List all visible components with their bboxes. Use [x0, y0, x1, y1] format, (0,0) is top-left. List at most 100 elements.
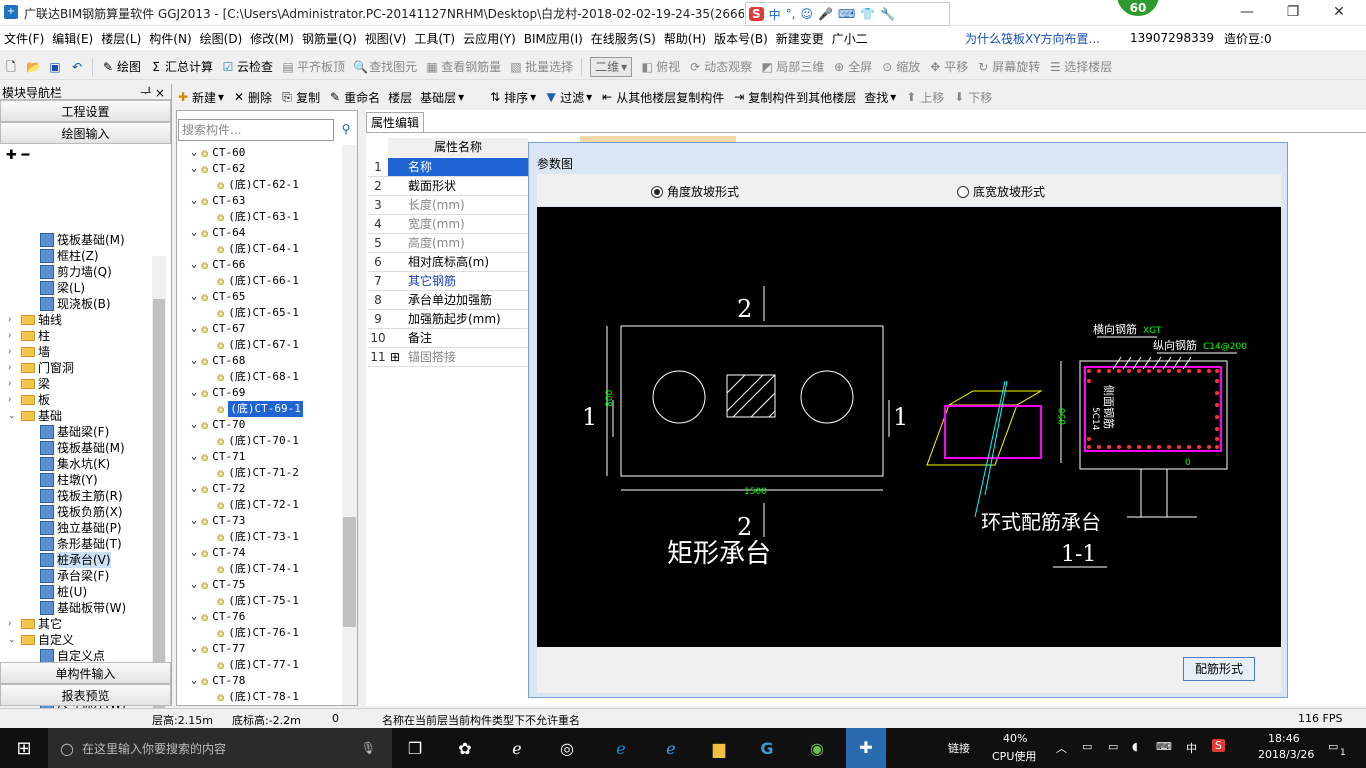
keyboard-icon[interactable]: ⌨: [1156, 740, 1172, 753]
file-explorer-icon[interactable]: ▆: [708, 738, 730, 760]
nav-tree-item[interactable]: 基础梁(F): [40, 424, 109, 440]
chevron-right-icon[interactable]: ›: [8, 376, 18, 392]
component-sub-item[interactable]: ❂ (底)CT-77-1: [217, 657, 299, 673]
chevron-down-icon[interactable]: ⌄: [8, 408, 18, 424]
menu-floor[interactable]: 楼层(L): [97, 30, 145, 47]
nav-tree-item[interactable]: 梁(L): [40, 280, 85, 296]
property-row[interactable]: 11 ⊞ 锚固搭接: [368, 348, 528, 367]
nav-tree-item[interactable]: › 门窗洞: [8, 360, 74, 376]
restore-icon[interactable]: ❐: [1270, 0, 1316, 26]
question-link[interactable]: 为什么筏板XY方向布置...: [965, 30, 1100, 47]
component-item[interactable]: ⌄ ❂ CT-74: [191, 545, 245, 561]
edge-icon[interactable]: ℯ: [610, 738, 632, 760]
menu-new-change[interactable]: 新建变更: [772, 30, 828, 47]
component-item[interactable]: ⌄ ❂ CT-70: [191, 417, 245, 433]
angle-slope-radio[interactable]: 角度放坡形式: [651, 183, 739, 200]
user-phone[interactable]: 13907298339: [1130, 31, 1214, 45]
property-row[interactable]: 3 长度(mm): [368, 196, 528, 215]
tools-icon[interactable]: 🔧: [880, 7, 895, 21]
menu-assistant[interactable]: 广小二: [828, 30, 872, 47]
expand-plus-icon[interactable]: ⊞: [390, 348, 400, 366]
new-file-icon[interactable]: 🗋: [4, 60, 18, 74]
menu-draw[interactable]: 绘图(D): [196, 30, 247, 47]
component-sub-item[interactable]: ❂ (底)CT-78-1: [217, 689, 299, 705]
property-row[interactable]: 10 备注: [368, 329, 528, 348]
emoji-icon[interactable]: ☺: [801, 7, 814, 21]
filter-button[interactable]: ▼ 过滤 ▾: [544, 89, 593, 106]
sogou-tray-icon[interactable]: S: [1212, 739, 1225, 752]
cloud-check-button[interactable]: ☑ 云检查: [221, 58, 273, 75]
floor-select[interactable]: 基础层 ▾: [420, 89, 480, 106]
copy-button[interactable]: ⎘ 复制: [280, 89, 320, 106]
component-sub-item[interactable]: ❂ (底)CT-69-1: [217, 401, 303, 417]
volume-icon[interactable]: ◖: [1132, 740, 1138, 753]
component-item[interactable]: ⌄ ❂ CT-66: [191, 257, 245, 273]
nav-tree-item[interactable]: 集水坑(K): [40, 456, 110, 472]
component-item[interactable]: ⌄ ❂ CT-69: [191, 385, 245, 401]
nav-tree-item[interactable]: › 梁: [8, 376, 50, 392]
collapse-all-icon[interactable]: ━: [21, 148, 29, 163]
draw-button[interactable]: ✎ 绘图: [101, 58, 141, 75]
pan-button[interactable]: ✥ 平移: [928, 58, 968, 75]
zoom-button[interactable]: ⊙ 缩放: [880, 58, 920, 75]
ime-punct-button[interactable]: °,: [786, 7, 796, 21]
top-view-button[interactable]: ◧ 俯视: [640, 58, 680, 75]
list-scroll-thumb[interactable]: [343, 517, 356, 627]
component-sub-item[interactable]: ❂ (底)CT-66-1: [217, 273, 299, 289]
chevron-down-icon[interactable]: ⌄: [191, 673, 197, 689]
component-sub-item[interactable]: ❂ (底)CT-74-1: [217, 561, 299, 577]
tray-up-arrow-icon[interactable]: ︿: [1056, 740, 1067, 756]
view-mode-select[interactable]: 二维 ▾: [590, 56, 633, 77]
component-sub-item[interactable]: ❂ (底)CT-72-1: [217, 497, 299, 513]
chevron-right-icon[interactable]: ›: [8, 328, 18, 344]
component-item[interactable]: ⌄ ❂ CT-76: [191, 609, 245, 625]
menu-cloud[interactable]: 云应用(Y): [459, 30, 520, 47]
property-row[interactable]: 6 相对底标高(m): [368, 253, 528, 272]
nav-tree-item[interactable]: › 柱: [8, 328, 50, 344]
component-item[interactable]: ⌄ ❂ CT-65: [191, 289, 245, 305]
component-sub-item[interactable]: ❂ (底)CT-76-1: [217, 625, 299, 641]
menu-help[interactable]: 帮助(H): [660, 30, 710, 47]
battery-icon[interactable]: ▭: [1108, 740, 1118, 753]
pin-close-icon[interactable]: ᆛ ×: [140, 84, 165, 101]
nav-tree-item[interactable]: 基础板带(W): [40, 600, 126, 616]
move-up-button[interactable]: ⬆ 上移: [904, 89, 944, 106]
component-sub-item[interactable]: ❂ (底)CT-71-2: [217, 465, 299, 481]
component-sub-item[interactable]: ❂ (底)CT-63-1: [217, 209, 299, 225]
menu-file[interactable]: 文件(F): [0, 30, 48, 47]
component-sub-item[interactable]: ❂ (底)CT-75-1: [217, 593, 299, 609]
component-sub-item[interactable]: ❂ (底)CT-65-1: [217, 305, 299, 321]
save-icon[interactable]: ▣: [48, 60, 62, 74]
nav-tree-item[interactable]: › 其它: [8, 616, 62, 632]
chevron-right-icon[interactable]: ›: [8, 392, 18, 408]
menu-view[interactable]: 视图(V): [361, 30, 411, 47]
swirl-app-icon[interactable]: ◎: [556, 738, 578, 760]
menu-component[interactable]: 构件(N): [145, 30, 195, 47]
rebar-form-button[interactable]: 配筋形式: [1183, 657, 1255, 681]
clock-date[interactable]: 2018/3/26: [1258, 748, 1314, 761]
ime-mode-button[interactable]: 中: [769, 6, 781, 23]
chevron-down-icon[interactable]: ⌄: [191, 481, 197, 497]
chevron-down-icon[interactable]: ⌄: [191, 545, 197, 561]
search-icon[interactable]: ⚲: [336, 119, 356, 141]
copy-to-floor-button[interactable]: ⇥ 复制构件到其他楼层: [732, 89, 856, 106]
nav-tree-item[interactable]: › 板: [8, 392, 50, 408]
component-item[interactable]: ⌄ ❂ CT-71: [191, 449, 245, 465]
rename-button[interactable]: ✎ 重命名: [328, 89, 380, 106]
chevron-down-icon[interactable]: ⌄: [191, 257, 197, 273]
chevron-down-icon[interactable]: ⌄: [191, 353, 197, 369]
glodon-g-icon[interactable]: G: [756, 738, 778, 760]
nav-tree-item[interactable]: 框柱(Z): [40, 248, 99, 264]
batch-select-button[interactable]: ▧ 批量选择: [509, 58, 573, 75]
tab-property-edit[interactable]: 属性编辑: [366, 112, 424, 132]
local-3d-button[interactable]: ◩ 局部三维: [760, 58, 825, 75]
find-button[interactable]: 查找 ▾: [864, 89, 896, 106]
voice-icon[interactable]: 🎤: [818, 7, 833, 21]
chevron-down-icon[interactable]: ⌄: [191, 609, 197, 625]
skin-icon[interactable]: 👕: [860, 7, 875, 21]
nav-tree-item[interactable]: 承台梁(F): [40, 568, 109, 584]
property-row[interactable]: 9 加强筋起步(mm): [368, 310, 528, 329]
notification-icon[interactable]: ▭: [1328, 740, 1338, 753]
property-row[interactable]: 8 承台单边加强筋: [368, 291, 528, 310]
tray-app-icon[interactable]: ▭: [1082, 740, 1092, 753]
